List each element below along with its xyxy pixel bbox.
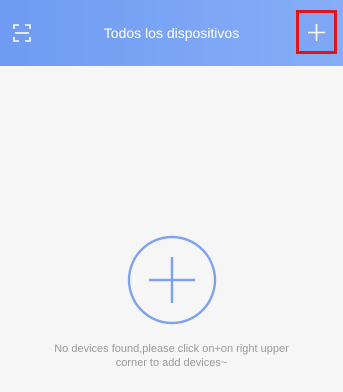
empty-message-line-1: No devices found,please click on+on righ… bbox=[54, 343, 289, 355]
empty-message-line-2: corner to add devices~ bbox=[115, 357, 228, 369]
highlight-box bbox=[296, 10, 337, 54]
scan-icon bbox=[11, 22, 33, 44]
page-title: Todos los dispositivos bbox=[103, 25, 240, 41]
empty-add-device-button[interactable] bbox=[127, 235, 217, 325]
plus-circle-icon bbox=[127, 235, 217, 325]
empty-state-message: No devices found,please click on+on righ… bbox=[20, 342, 323, 370]
top-bar: Todos los dispositivos bbox=[0, 0, 343, 66]
scan-button[interactable] bbox=[11, 22, 33, 44]
